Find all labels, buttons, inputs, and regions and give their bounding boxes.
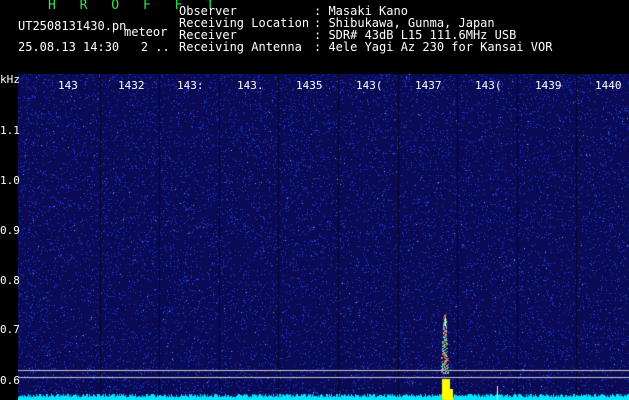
file-type: meteor <box>124 25 168 39</box>
time-tick: 143: <box>177 79 204 92</box>
time-tick: 143( <box>475 79 502 92</box>
freq-tick: 0.8 <box>0 274 20 287</box>
freq-unit-label: kHz <box>0 73 20 86</box>
antenna-value: : 4ele Yagi Az 230 for Kansai VOR <box>314 40 553 54</box>
antenna-label: Receiving Antenna <box>179 40 302 54</box>
time-tick: 143. <box>237 79 264 92</box>
freq-tick: 0.6 <box>0 374 20 387</box>
file-name: UT2508131430.pn <box>18 19 127 33</box>
time-tick: 143( <box>356 79 383 92</box>
freq-tick: 0.9 <box>0 224 20 237</box>
time-tick: 1437 <box>415 79 442 92</box>
freq-tick: 1.1 <box>0 124 20 137</box>
time-tick: 1435 <box>296 79 323 92</box>
freq-tick: 0.7 <box>0 323 20 336</box>
time-tick: 1432 <box>118 79 145 92</box>
time-tick: 1440 <box>595 79 622 92</box>
timestamp: 25.08.13 14:30 2 .. <box>18 40 170 54</box>
time-tick: 1439 <box>535 79 562 92</box>
hrofft-window: H R O F F T UT2508131430.pn meteor 25.08… <box>0 0 629 400</box>
time-tick: 143 <box>58 79 78 92</box>
spectrogram-canvas <box>18 74 629 400</box>
freq-tick: 1.0 <box>0 174 20 187</box>
